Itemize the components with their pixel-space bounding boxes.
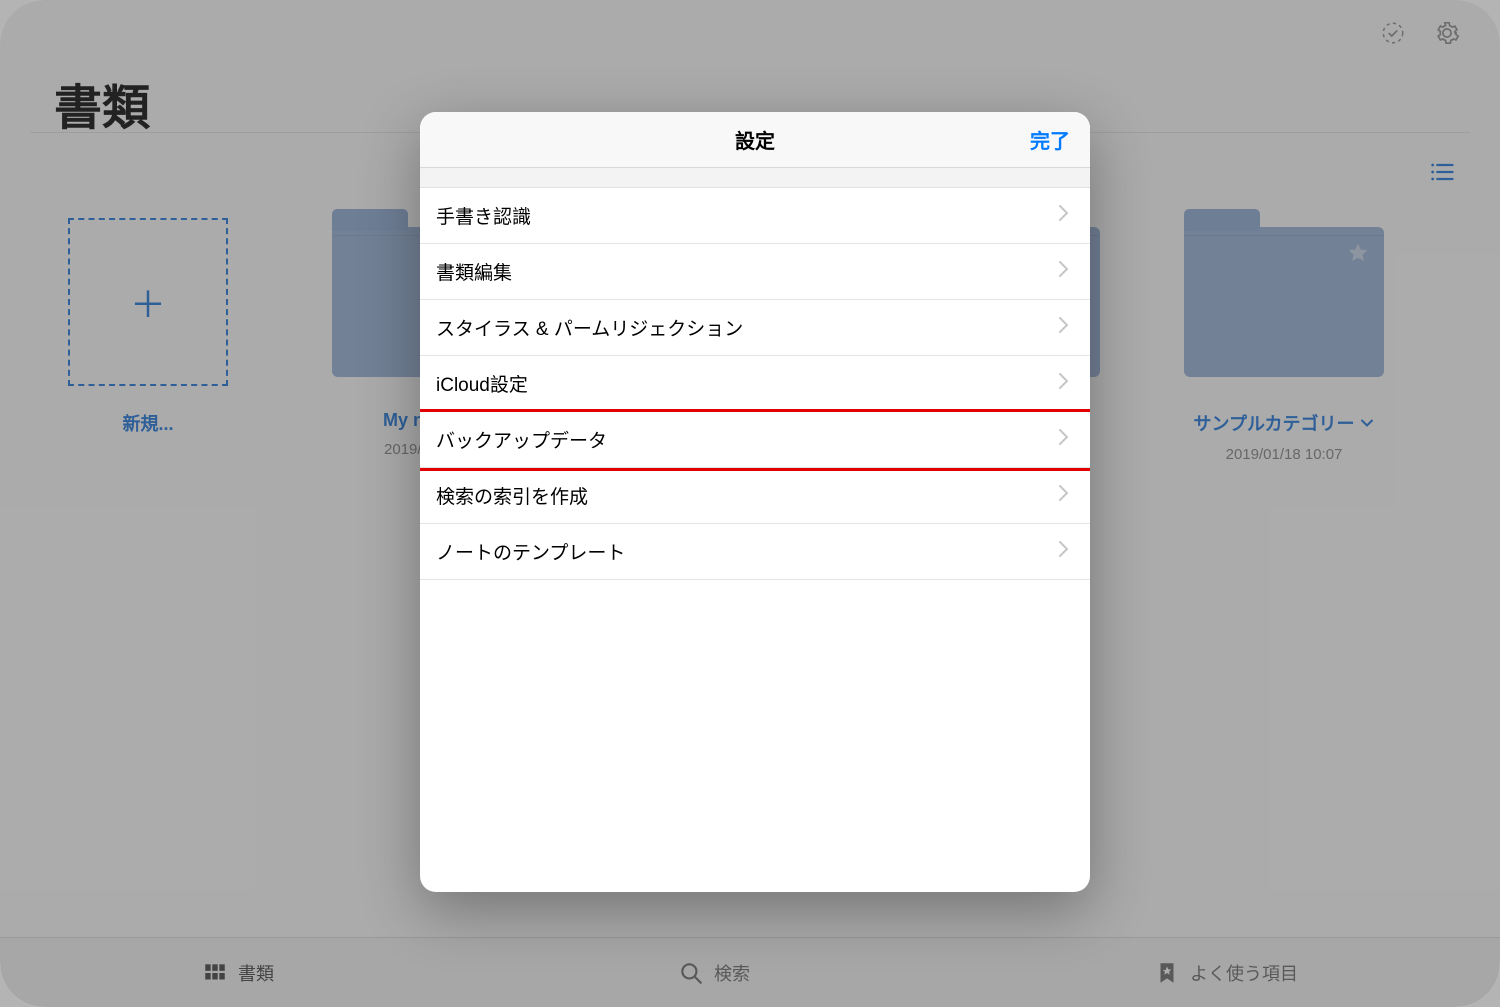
settings-row-label: 書類編集 (436, 258, 512, 285)
chevron-right-icon (1058, 484, 1070, 508)
settings-row[interactable]: iCloud設定 (420, 356, 1090, 412)
settings-row-label: バックアップデータ (436, 426, 607, 453)
settings-row-label: iCloud設定 (436, 370, 528, 397)
modal-header: 設定 完了 (420, 112, 1090, 168)
settings-row[interactable]: スタイラス & パームリジェクション (420, 300, 1090, 356)
chevron-right-icon (1058, 428, 1070, 452)
settings-row[interactable]: 検索の索引を作成 (420, 468, 1090, 524)
chevron-right-icon (1058, 316, 1070, 340)
settings-row[interactable]: バックアップデータ (420, 412, 1090, 468)
chevron-right-icon (1058, 372, 1070, 396)
chevron-right-icon (1058, 204, 1070, 228)
settings-list: 手書き認識書類編集スタイラス & パームリジェクション iCloud設定バックアッ… (420, 188, 1090, 580)
settings-row-label: ノートのテンプレート (436, 538, 625, 565)
settings-row[interactable]: 手書き認識 (420, 188, 1090, 244)
settings-modal: 設定 完了 手書き認識書類編集スタイラス & パームリジェクション iCloud設… (420, 112, 1090, 892)
chevron-right-icon (1058, 540, 1070, 564)
settings-row-label: 手書き認識 (436, 202, 531, 229)
settings-row[interactable]: 書類編集 (420, 244, 1090, 300)
settings-row-label: 検索の索引を作成 (436, 482, 588, 509)
done-button[interactable]: 完了 (1030, 112, 1070, 167)
modal-title: 設定 (735, 125, 775, 154)
modal-section-gap (420, 168, 1090, 188)
chevron-right-icon (1058, 260, 1070, 284)
settings-row[interactable]: ノートのテンプレート (420, 524, 1090, 580)
settings-row-label: スタイラス & パームリジェクション (436, 314, 743, 341)
